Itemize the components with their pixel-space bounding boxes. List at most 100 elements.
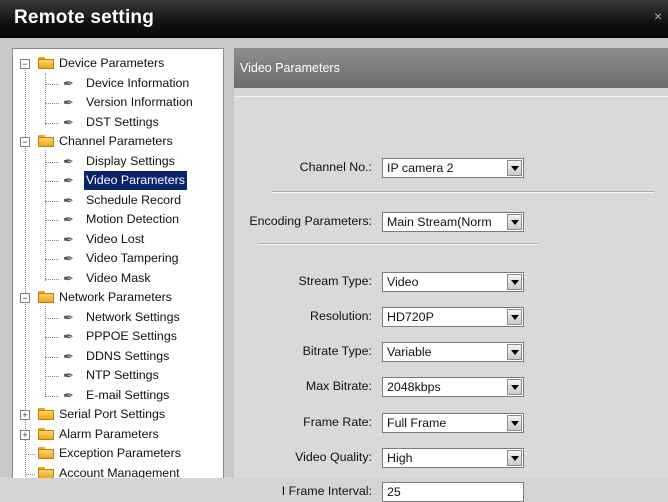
i-frame-interval-input[interactable]: 25 <box>382 482 524 502</box>
tree-connector <box>45 200 59 202</box>
channel-select[interactable]: IP camera 2 <box>382 158 524 178</box>
tree-connector <box>45 395 59 397</box>
wrench-icon: ✒ <box>63 114 74 130</box>
chevron-down-icon[interactable] <box>507 214 522 230</box>
folder-icon <box>38 447 54 459</box>
tree-connector <box>45 337 59 338</box>
max-bitrate-value: 2048kbps <box>387 380 441 394</box>
folder-icon <box>38 408 54 420</box>
wrench-icon: ✒ <box>63 192 74 208</box>
tree-connector <box>45 220 59 221</box>
video-parameters-panel: Video Parameters Channel No.: IP camera … <box>234 48 668 502</box>
tree-item-label: Channel Parameters <box>59 134 173 148</box>
tree-item-label: Network Parameters <box>59 290 172 304</box>
folder-icon <box>38 466 54 478</box>
frame-rate-label: Frame Rate: <box>303 415 372 429</box>
tree-item-label: Serial Port Settings <box>59 407 166 421</box>
separator <box>272 191 654 193</box>
chevron-down-icon[interactable] <box>507 415 522 431</box>
tree-connector <box>45 278 59 280</box>
tree-item-label: Video Lost <box>86 231 145 246</box>
resolution-label: Resolution: <box>310 309 372 323</box>
folder-icon <box>38 291 54 303</box>
bitrate-type-value: Variable <box>387 345 432 359</box>
video-quality-select[interactable]: High <box>382 448 524 468</box>
expand-icon[interactable]: + <box>20 410 30 420</box>
chevron-down-icon[interactable] <box>507 379 522 395</box>
tree-connector <box>25 454 35 455</box>
frame-rate-select[interactable]: Full Frame <box>382 413 524 433</box>
tree-connector <box>45 306 46 397</box>
chevron-down-icon[interactable] <box>507 274 522 290</box>
max-bitrate-label: Max Bitrate: <box>305 379 372 393</box>
settings-tree: − Device Parameters ✒ Device Information ✒ Ve… <box>12 48 224 478</box>
tree-item-label: DST Settings <box>86 114 159 129</box>
wrench-icon: ✒ <box>63 153 74 169</box>
folder-icon <box>38 135 54 147</box>
tree-connector <box>45 83 59 85</box>
bitrate-type-select[interactable]: Variable <box>382 342 524 362</box>
separator <box>258 243 538 245</box>
chevron-down-icon[interactable] <box>507 160 522 176</box>
resolution-select[interactable]: HD720P <box>382 307 524 327</box>
title-bar: Remote setting × <box>0 0 668 38</box>
chevron-down-icon[interactable] <box>507 344 522 360</box>
tree-item-label: PPPOE Settings <box>86 329 177 343</box>
expand-icon[interactable]: + <box>20 429 30 440</box>
stream-type-select[interactable]: Video <box>382 272 524 292</box>
wrench-icon: ✒ <box>63 309 74 325</box>
tree-item-label: Exception Parameters <box>59 446 181 460</box>
wrench-icon: ✒ <box>63 387 74 403</box>
chevron-down-icon[interactable] <box>507 309 522 325</box>
bitrate-type-label: Bitrate Type: <box>302 344 372 358</box>
tree-connector <box>45 376 59 377</box>
tree-item-label: Schedule Record <box>86 192 182 207</box>
folder-icon <box>38 427 54 440</box>
window-title: Remote setting <box>14 7 155 28</box>
panel-body: Channel No.: IP camera 2 Encoding Parame… <box>234 96 668 502</box>
close-icon[interactable]: × <box>654 8 662 24</box>
tree-item-label: Device Information <box>86 75 190 90</box>
tree-connector <box>45 150 46 281</box>
wrench-icon: ✒ <box>63 329 74 344</box>
tree-connector <box>45 73 46 125</box>
tree-item-label: DDNS Settings <box>86 348 170 363</box>
collapse-icon[interactable]: − <box>20 137 30 147</box>
tree-item-label: Network Settings <box>86 309 180 324</box>
folder-icon <box>38 57 54 69</box>
tree-item-label: Version Information <box>86 95 193 109</box>
stream-type-value: Video <box>387 275 419 289</box>
tree-item-label: Video Tampering <box>86 251 179 265</box>
panel-header: Video Parameters <box>234 48 668 88</box>
encoding-select[interactable]: Main Stream(Norm <box>382 212 524 232</box>
frame-rate-value: Full Frame <box>387 416 447 430</box>
max-bitrate-select[interactable]: 2048kbps <box>382 377 524 397</box>
collapse-icon[interactable]: − <box>20 293 30 303</box>
tree-connector <box>45 181 59 182</box>
wrench-icon: ✒ <box>63 173 74 188</box>
tree-item-label: Display Settings <box>86 153 175 168</box>
chevron-down-icon[interactable] <box>507 450 522 466</box>
tree-connector <box>45 122 59 124</box>
tree-item-label: Video Mask <box>86 270 151 285</box>
wrench-icon: ✒ <box>63 251 74 266</box>
video-quality-value: High <box>387 451 413 465</box>
tree-item-label: E-mail Settings <box>86 387 170 402</box>
tree-connector <box>45 161 59 163</box>
channel-label: Channel No.: <box>299 160 372 174</box>
tree-connector <box>45 259 59 260</box>
channel-value: IP camera 2 <box>387 161 454 175</box>
tree-item-label: NTP Settings <box>86 368 159 382</box>
tree-item-label: Alarm Parameters <box>59 426 159 441</box>
wrench-icon: ✒ <box>63 212 74 227</box>
wrench-icon: ✒ <box>63 348 74 364</box>
collapse-icon[interactable]: − <box>20 59 30 69</box>
resolution-value: HD720P <box>387 310 434 324</box>
tree-item-label: Device Parameters <box>59 56 165 70</box>
tree-connector <box>45 103 59 104</box>
wrench-icon: ✒ <box>63 368 74 383</box>
tree-item-label: Account Management <box>59 465 180 479</box>
stream-type-label: Stream Type: <box>298 274 372 288</box>
i-frame-interval-label: I Frame Interval: <box>281 484 372 498</box>
tree-item-label: Motion Detection <box>86 212 179 226</box>
